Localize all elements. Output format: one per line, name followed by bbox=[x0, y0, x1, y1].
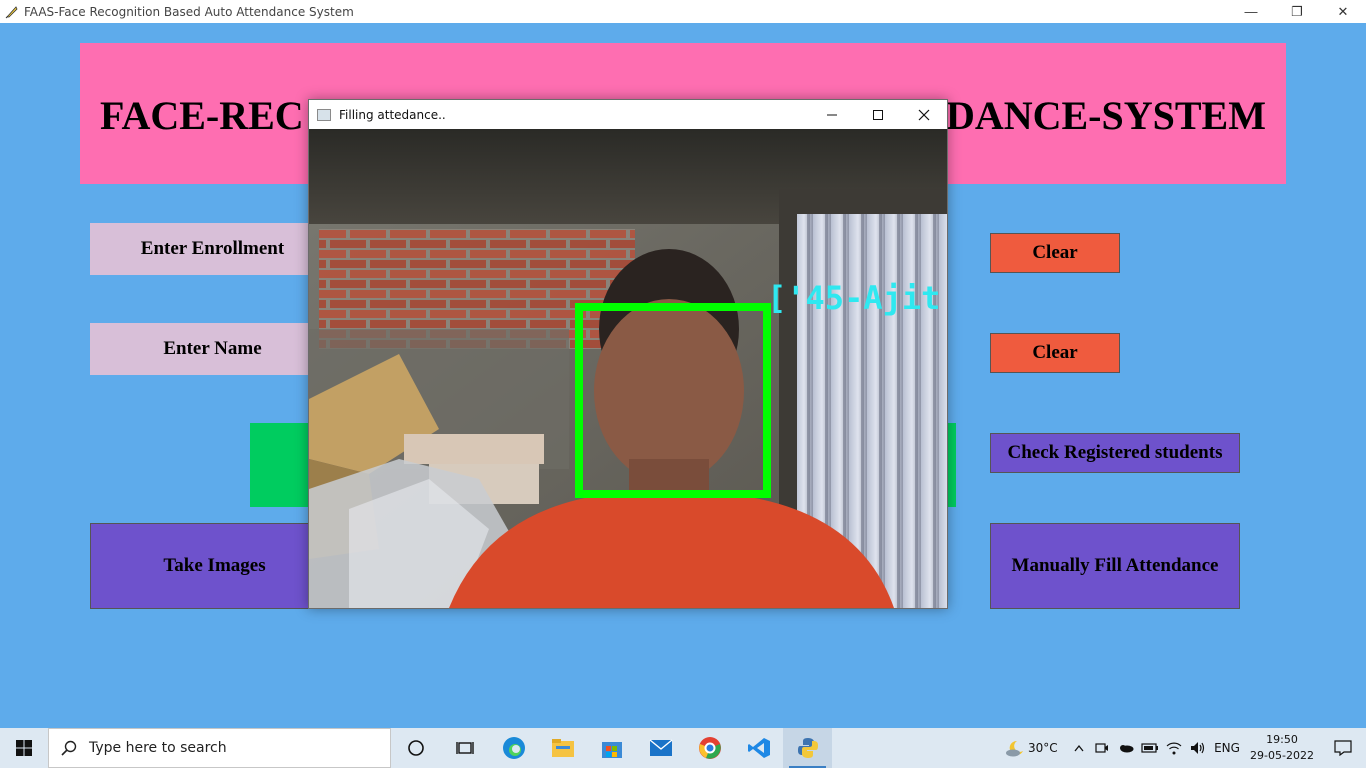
python-icon[interactable] bbox=[783, 728, 832, 768]
edge-icon[interactable] bbox=[489, 728, 538, 768]
onedrive-icon[interactable] bbox=[1114, 728, 1138, 768]
attendance-camera-window: Filling attedance.. ['45-Ajit bbox=[308, 99, 948, 609]
feather-icon bbox=[4, 4, 20, 20]
taskbar-search-box[interactable]: Type here to search bbox=[48, 728, 391, 768]
volume-icon[interactable] bbox=[1186, 728, 1210, 768]
system-tray: 30°C ENG 19:50 29-05-2022 bbox=[1002, 728, 1366, 768]
popup-title-bar: Filling attedance.. bbox=[309, 100, 947, 129]
taskbar: Type here to search 30°C ENG 19:50 29-05… bbox=[0, 728, 1366, 768]
wifi-icon[interactable] bbox=[1162, 728, 1186, 768]
task-view-icon[interactable] bbox=[440, 728, 489, 768]
microsoft-store-icon[interactable] bbox=[587, 728, 636, 768]
meet-now-icon[interactable] bbox=[1090, 728, 1114, 768]
recognized-label: ['45-Ajit'] bbox=[767, 279, 947, 317]
enrollment-label: Enter Enrollment bbox=[90, 223, 335, 275]
file-explorer-icon[interactable] bbox=[538, 728, 587, 768]
check-registered-button[interactable]: Check Registered students bbox=[990, 433, 1240, 473]
main-title-bar: FAAS-Face Recognition Based Auto Attenda… bbox=[0, 0, 1366, 23]
battery-icon[interactable] bbox=[1138, 728, 1162, 768]
app-heading-right: DANCE-SYSTEM bbox=[945, 93, 1266, 138]
cortana-icon[interactable] bbox=[391, 728, 440, 768]
search-placeholder: Type here to search bbox=[89, 740, 227, 756]
close-button[interactable]: ✕ bbox=[1320, 0, 1366, 23]
clear-enrollment-button[interactable]: Clear bbox=[990, 233, 1120, 273]
app-heading-left: FACE-REC bbox=[100, 93, 304, 138]
language-indicator[interactable]: ENG bbox=[1210, 741, 1244, 755]
window-icon bbox=[317, 108, 331, 121]
start-button[interactable] bbox=[0, 728, 48, 768]
weather-icon[interactable] bbox=[1002, 728, 1028, 768]
restore-button[interactable]: ❐ bbox=[1274, 0, 1320, 23]
clear-name-button[interactable]: Clear bbox=[990, 333, 1120, 373]
popup-title: Filling attedance.. bbox=[339, 107, 446, 122]
chrome-icon[interactable] bbox=[685, 728, 734, 768]
mail-icon[interactable] bbox=[636, 728, 685, 768]
popup-close-button[interactable] bbox=[901, 100, 947, 129]
window-title: FAAS-Face Recognition Based Auto Attenda… bbox=[24, 4, 354, 19]
weather-temperature[interactable]: 30°C bbox=[1028, 741, 1068, 755]
camera-feed: ['45-Ajit'] bbox=[309, 129, 947, 608]
chevron-up-icon[interactable] bbox=[1068, 728, 1090, 768]
search-icon bbox=[49, 740, 89, 756]
notification-icon[interactable] bbox=[1320, 728, 1366, 768]
popup-minimize-button[interactable] bbox=[809, 100, 855, 129]
manual-fill-button[interactable]: Manually Fill Attendance bbox=[990, 523, 1240, 609]
clock-date: 29-05-2022 bbox=[1250, 749, 1314, 762]
taskbar-clock[interactable]: 19:50 29-05-2022 bbox=[1244, 732, 1320, 764]
minimize-button[interactable]: — bbox=[1228, 0, 1274, 23]
take-images-button[interactable]: Take Images bbox=[90, 523, 339, 609]
clock-time: 19:50 bbox=[1266, 733, 1298, 746]
name-label: Enter Name bbox=[90, 323, 335, 375]
vscode-icon[interactable] bbox=[734, 728, 783, 768]
popup-maximize-button[interactable] bbox=[855, 100, 901, 129]
